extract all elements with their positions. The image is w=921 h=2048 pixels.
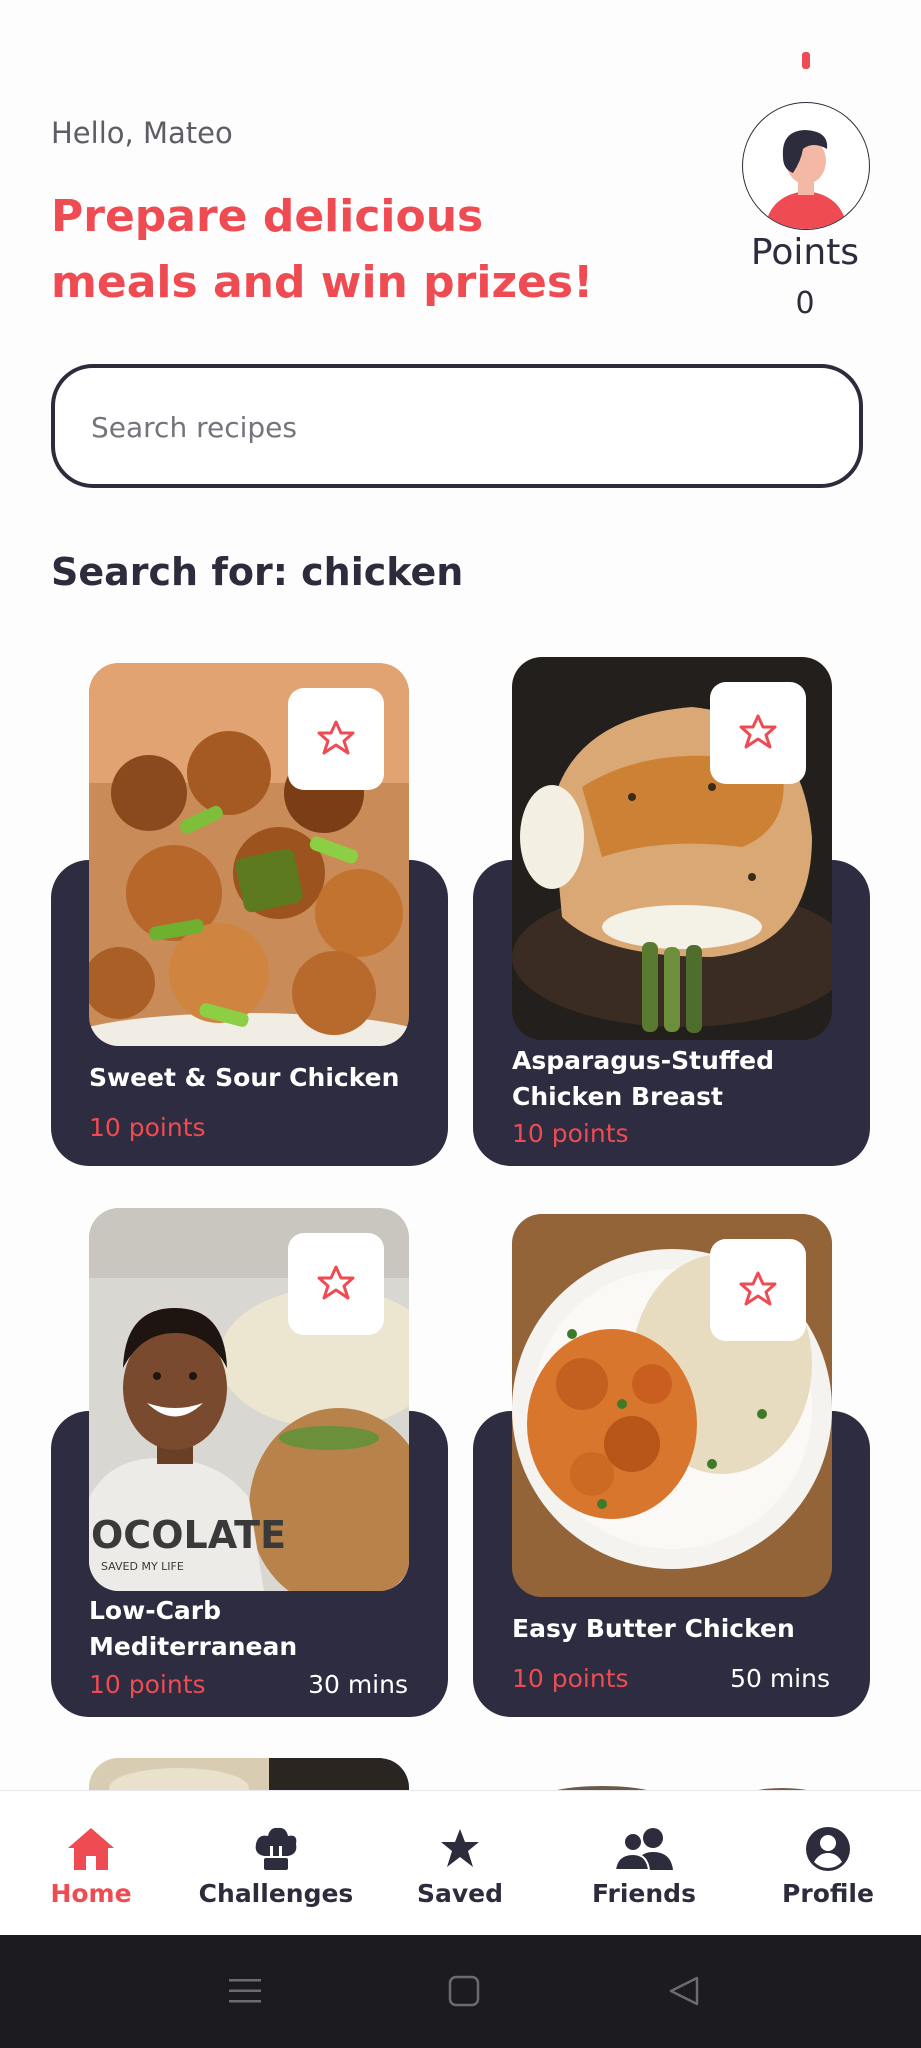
tab-home[interactable]: Home (30, 1791, 152, 1936)
friends-icon (613, 1828, 673, 1871)
recipe-title: Low-Carb Mediterranean Chicken And Tomat… (89, 1596, 298, 1661)
recipe-points: 10 points (512, 1119, 629, 1148)
search-box[interactable] (51, 364, 863, 488)
avatar-illustration (765, 130, 847, 229)
tab-friends[interactable]: Friends (584, 1791, 704, 1936)
star-outline-icon (317, 720, 355, 755)
recipe-points: 10 points (512, 1664, 629, 1693)
chef-hat-icon (255, 1827, 297, 1870)
system-navigation-bar (0, 1935, 921, 2048)
greeting: Hello, Mateo (51, 116, 233, 150)
square-icon (448, 1975, 480, 2007)
tab-label: Challenges (198, 1879, 354, 1908)
search-input[interactable] (89, 368, 829, 486)
tab-challenges[interactable]: Challenges (196, 1791, 356, 1936)
star-icon (441, 1829, 479, 1867)
avatar[interactable] (742, 102, 870, 230)
menu-button[interactable] (225, 1971, 265, 2011)
star-outline-icon (739, 1271, 777, 1306)
favorite-button[interactable] (710, 682, 806, 784)
status-indicator (802, 52, 810, 69)
favorite-button[interactable] (710, 1239, 806, 1341)
tab-saved[interactable]: Saved (400, 1791, 520, 1936)
home-nav-button[interactable] (444, 1971, 484, 2011)
back-button[interactable] (664, 1971, 704, 2011)
recipe-title: Sweet & Sour Chicken (89, 1063, 400, 1092)
home-icon (68, 1828, 114, 1870)
profile-icon (806, 1827, 850, 1871)
recipe-time: 50 mins (730, 1664, 830, 1693)
recipe-title: Asparagus-Stuffed Chicken Breast (512, 1046, 774, 1111)
tab-profile[interactable]: Profile (768, 1791, 888, 1936)
back-triangle-icon (669, 1976, 699, 2006)
recipe-time: 30 mins (308, 1670, 408, 1699)
star-outline-icon (317, 1265, 355, 1300)
points-value: 0 (795, 286, 815, 321)
points-label: Points (750, 232, 860, 273)
tab-label: Home (50, 1879, 132, 1908)
svg-text:SAVED MY LIFE: SAVED MY LIFE (101, 1560, 184, 1573)
recipe-title: Easy Butter Chicken (512, 1614, 795, 1643)
tab-label: Saved (416, 1879, 504, 1908)
recipe-points: 10 points (89, 1670, 206, 1699)
bottom-tab-bar: Home Challenges Saved Friends Profile (0, 1790, 921, 1936)
recipe-points: 10 points (89, 1113, 206, 1142)
tab-label: Friends (592, 1879, 696, 1908)
star-outline-icon (739, 714, 777, 749)
tab-label: Profile (782, 1879, 874, 1908)
svg-text:OCOLATE: OCOLATE (91, 1513, 286, 1557)
section-title: Search for: chicken (51, 550, 464, 594)
menu-icon (229, 1979, 261, 2003)
favorite-button[interactable] (288, 1233, 384, 1335)
favorite-button[interactable] (288, 688, 384, 790)
headline: Prepare delicious meals and win prizes! (51, 191, 594, 308)
